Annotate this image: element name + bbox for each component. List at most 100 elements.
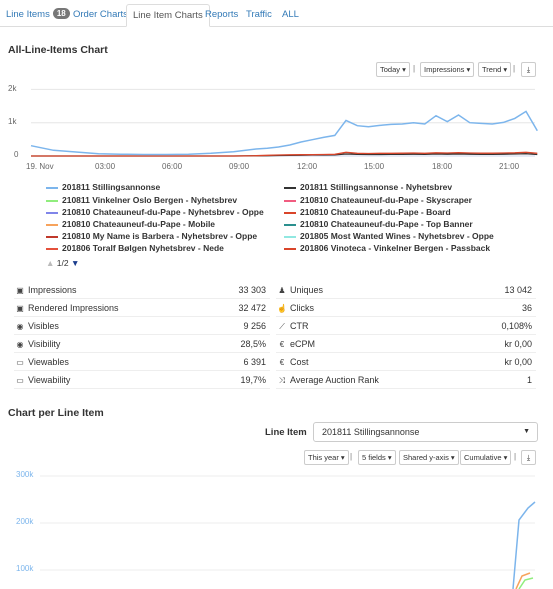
series-line [515,572,531,589]
tab-all[interactable]: ALL [282,4,299,27]
x-tick-label: 19. Nov [26,162,54,171]
tab-line-items[interactable]: Line Items 18 [6,4,70,27]
tab-line-item-charts[interactable]: Line Item Charts [126,4,210,27]
legend-swatch [46,223,58,226]
tab-order-charts[interactable]: Order Charts [73,4,128,27]
legend-item[interactable]: 201811 Stillingsannonse - Nyhetsbrev [284,181,452,193]
period-dropdown[interactable]: This year ▾ [304,450,349,465]
legend-label: 201806 Vinoteca - Vinkelner Bergen - Pas… [300,243,491,253]
prev-page-icon[interactable]: ▲ [46,258,54,268]
legend-swatch [46,247,58,250]
y-tick-label: 300k [16,470,34,479]
legend-item[interactable]: 201811 Stillingsannonse [46,181,160,193]
shuffle-icon: ⤨ [278,376,286,385]
section-title: All-Line-Items Chart [8,44,108,56]
line-chart [40,475,536,589]
x-tick-label: 12:00 [297,162,318,171]
legend-label: 210810 Chateauneuf-du-Pape - Nyhetsbrev … [62,207,264,217]
stat-row: ⟋ CTR 0,108% [276,318,536,335]
legend-label: 210810 Chateauneuf-du-Pape - Mobile [62,219,216,229]
mode-dropdown[interactable]: Cumulative ▾ [460,450,512,465]
legend-swatch [284,223,296,226]
legend-item[interactable]: 210810 Chateauneuf-du-Pape - Top Banner [284,218,473,230]
image-icon: ▣ [16,304,24,313]
legend-label: 210810 Chateauneuf-du-Pape - Board [300,207,451,217]
separator: | [513,64,516,73]
line-item-label: Line Item [265,427,307,438]
eye-icon: ◉ [16,322,24,331]
line-chart-icon: ⟋ [279,322,285,331]
y-tick-label: 100k [16,564,34,573]
count-badge: 18 [52,8,70,19]
line-chart [30,88,538,157]
monitor-icon: ▭ [16,358,24,367]
euro-icon: € [279,340,285,349]
x-tick-label: 15:00 [364,162,385,171]
legend-item[interactable]: 210810 Chateauneuf-du-Pape - Nyhetsbrev … [46,206,264,218]
separator: | [514,452,517,461]
stat-row: ▭ Viewability 19,7% [14,372,270,389]
stat-row: € eCPM kr 0,00 [276,336,536,353]
mode-dropdown[interactable]: Trend ▾ [478,62,512,77]
legend-item[interactable]: 201806 Vinoteca - Vinkelner Bergen - Pas… [284,242,490,254]
x-tick-label: 18:00 [432,162,453,171]
legend-swatch [284,235,296,238]
separator: | [350,452,353,461]
y-tick-label: 0 [14,150,19,159]
legend-item[interactable]: 201806 Toralf Bølgen Nyhetsbrev - Nede [46,242,224,254]
monitor-icon: ▭ [16,376,24,385]
stat-row: ☝ Clicks 36 [276,300,536,317]
stat-row: ◉ Visibles 9 256 [14,318,270,335]
legend-label: 201805 Most Wanted Wines - Nyhetsbrev - … [300,231,494,241]
series-line [30,110,538,156]
x-tick-label: 09:00 [229,162,250,171]
x-tick-label: 06:00 [162,162,183,171]
x-tick-label: 21:00 [499,162,520,171]
section-title: Chart per Line Item [8,407,104,419]
y-tick-label: 2k [8,84,17,93]
legend-item[interactable]: 210810 Chateauneuf-du-Pape - Board [284,206,451,218]
y-tick-label: 1k [8,117,17,126]
tab-traffic[interactable]: Traffic [246,4,272,27]
legend-swatch [284,211,296,214]
line-item-select[interactable]: 201811 Stillingsannonse ▼ [313,422,538,442]
axis-dropdown[interactable]: Shared y-axis ▾ [399,450,459,465]
legend-label: 201811 Stillingsannonse - Nyhetsbrev [300,182,453,192]
chevron-down-icon: ▼ [523,428,530,435]
legend-label: 210810 My Name is Barbera - Nyhetsbrev -… [62,231,258,241]
page-indicator: 1/2 [56,258,69,268]
legend-item[interactable]: 210810 My Name is Barbera - Nyhetsbrev -… [46,230,257,242]
user-icon: ♟ [278,286,286,295]
stat-row: ▣ Rendered Impressions 32 472 [14,300,270,317]
legend-swatch [284,199,296,202]
stat-row: € Cost kr 0,00 [276,354,536,371]
hand-pointer-icon: ☝ [277,304,287,313]
legend-pager: ▲ 1/2 ▼ [46,258,79,268]
legend-label: 201811 Stillingsannonse [62,182,161,192]
legend-label: 201806 Toralf Bølgen Nyhetsbrev - Nede [62,243,224,253]
download-button[interactable]: ⤓ [521,62,536,77]
next-page-icon[interactable]: ▼ [71,258,79,268]
stat-row: ⤨ Average Auction Rank 1 [276,372,536,389]
download-icon: ⤓ [526,453,531,462]
legend-item[interactable]: 210811 Vinkelner Oslo Bergen - Nyhetsbre… [46,194,237,206]
y-tick-label: 200k [16,517,34,526]
eye-icon: ◉ [16,340,24,349]
stat-row: ♟ Uniques 13 042 [276,282,536,299]
separator: | [413,64,416,73]
x-tick-label: 03:00 [95,162,116,171]
legend-item[interactable]: 201805 Most Wanted Wines - Nyhetsbrev - … [284,230,494,242]
download-icon: ⤓ [526,65,531,74]
tab-bar: Line Items 18 Order Charts Line Item Char… [0,0,553,27]
tab-reports[interactable]: Reports [205,4,238,27]
fields-dropdown[interactable]: 5 fields ▾ [358,450,396,465]
metric-dropdown[interactable]: Impressions ▾ [420,62,475,77]
select-value: 201811 Stillingsannonse [322,427,420,437]
period-dropdown[interactable]: Today ▾ [376,62,410,77]
legend-label: 210810 Chateauneuf-du-Pape - Skyscraper [300,195,472,205]
download-button[interactable]: ⤓ [521,450,536,465]
euro-icon: € [279,358,285,367]
legend-item[interactable]: 210810 Chateauneuf-du-Pape - Mobile [46,218,215,230]
legend-item[interactable]: 210810 Chateauneuf-du-Pape - Skyscraper [284,194,472,206]
legend-swatch [46,211,58,214]
